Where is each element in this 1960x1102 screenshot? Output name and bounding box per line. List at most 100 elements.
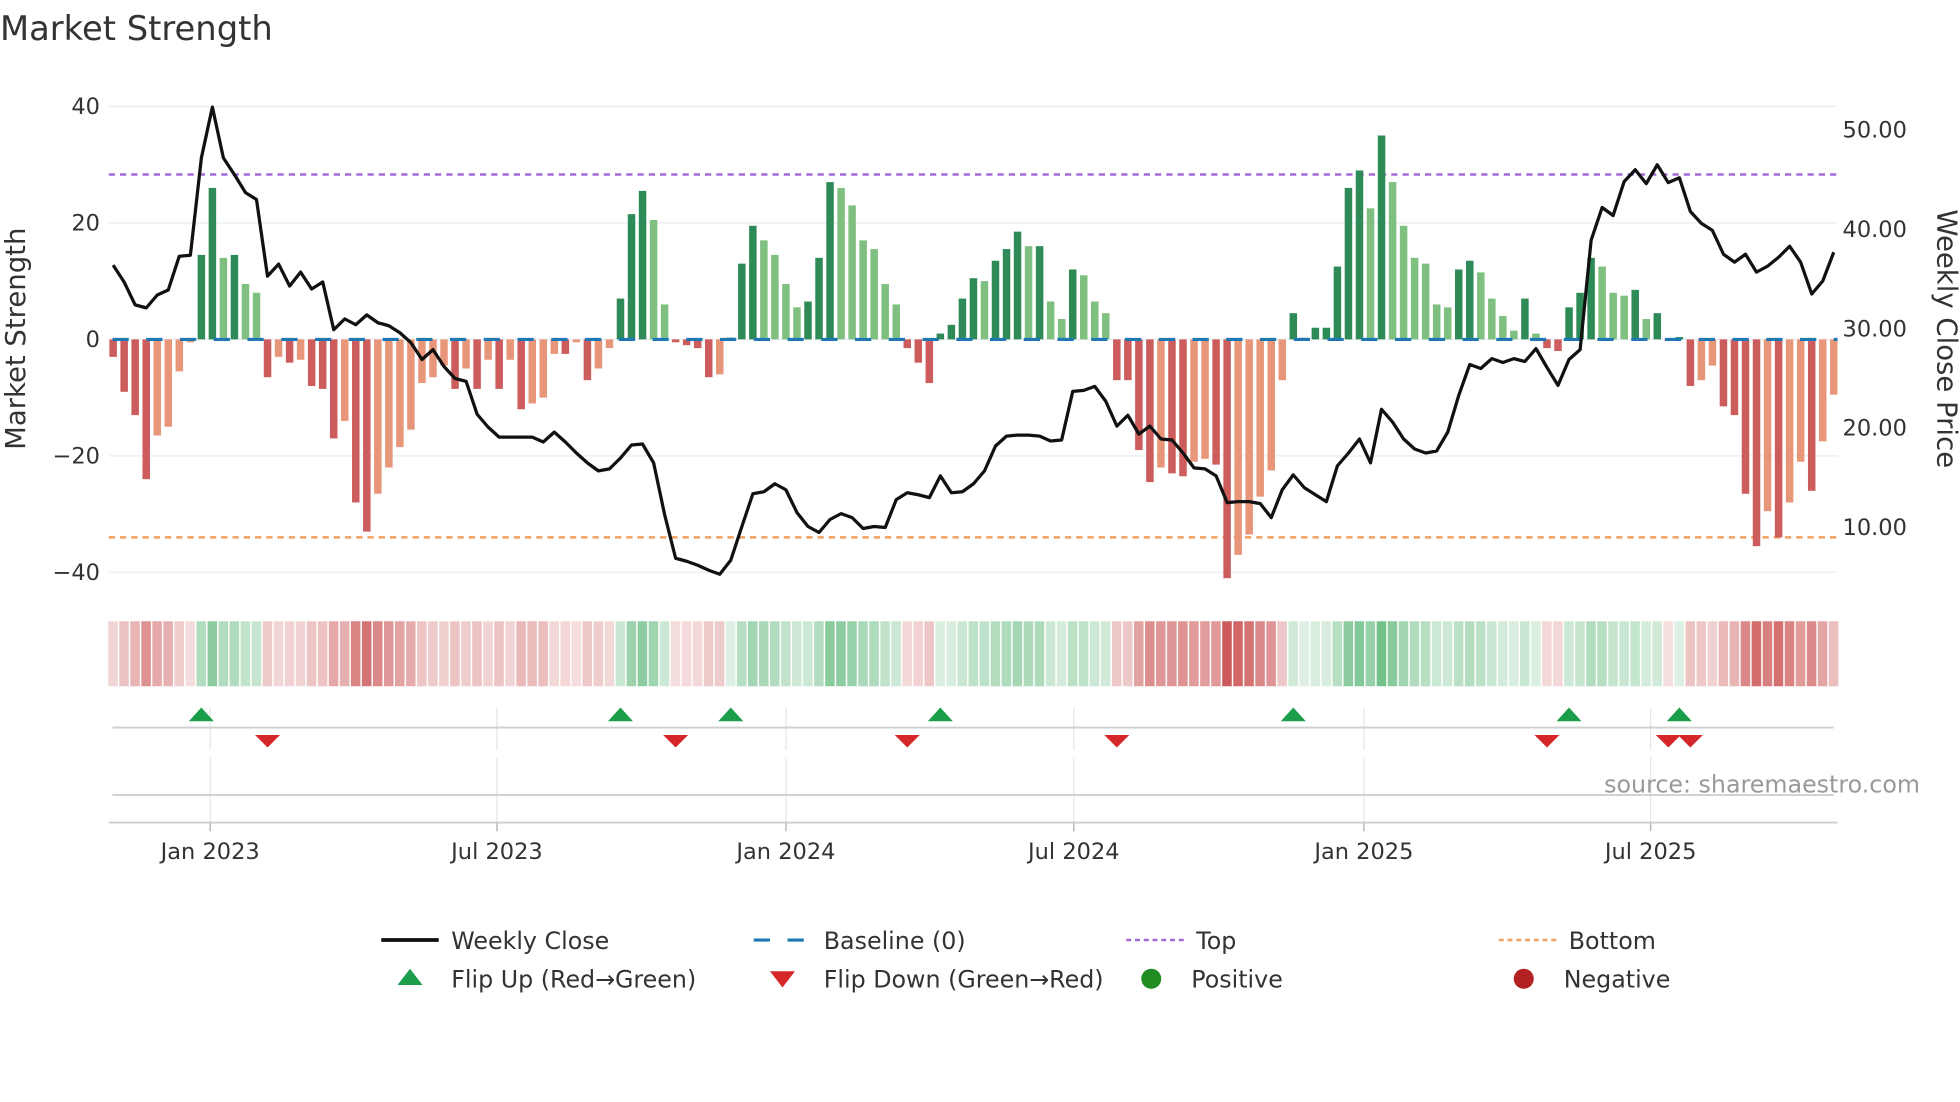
strength-bar: [627, 214, 636, 340]
left-axis-label: Market Strength: [0, 228, 32, 450]
heatmap-cell: [494, 621, 504, 687]
y-right-tick-label: 30.00: [1843, 316, 1907, 342]
strength-bar: [1466, 260, 1474, 340]
flip-down-marker: [1104, 735, 1130, 748]
strength-bar: [1686, 339, 1695, 386]
heatmap-cell: [770, 621, 780, 687]
heatmap-cell: [1553, 621, 1563, 687]
x-tick-label: Jul 2025: [1603, 839, 1697, 865]
strength-bar: [296, 339, 305, 360]
y-tick-label: −20: [53, 443, 100, 469]
heatmap-cell: [1542, 621, 1552, 687]
negative-dot-icon: [1513, 968, 1534, 989]
x-tick-label: Jan 2024: [734, 839, 835, 865]
heatmap-cell: [648, 621, 659, 687]
heatmap-cell: [163, 621, 173, 687]
heatmap-cell: [328, 621, 339, 687]
legend: Weekly Close Baseline (0) Top Bottom Flip Up…: [381, 927, 1670, 994]
heatmap-cell: [1685, 621, 1696, 687]
strength-bar: [980, 281, 989, 340]
heatmap-cell: [1111, 621, 1122, 687]
strength-bar: [914, 339, 923, 363]
strength-bar: [340, 339, 349, 421]
x-tick-label: Jan 2023: [159, 839, 260, 865]
heatmap-cell: [1211, 621, 1221, 687]
heatmap-cell: [218, 621, 229, 687]
heatmap-cell: [1773, 621, 1784, 687]
strength-bar: [175, 339, 184, 372]
strength-bar: [473, 339, 481, 389]
strength-bar: [495, 339, 503, 389]
strength-bar: [484, 339, 492, 360]
strength-bar: [164, 339, 173, 427]
heatmap-cell: [251, 621, 262, 687]
strength-bar: [285, 339, 294, 363]
heatmap-cell: [1233, 621, 1243, 687]
strength-bar: [1399, 225, 1408, 340]
strength-bar: [230, 254, 239, 340]
heatmap-cell: [1619, 621, 1629, 687]
positive-dot-icon: [1141, 968, 1162, 989]
strength-bar: [1046, 301, 1055, 340]
heatmap-cell: [803, 621, 813, 687]
strength-bar: [1421, 263, 1430, 340]
strength-bar: [738, 263, 746, 340]
flip-up-icon: [397, 968, 423, 985]
strength-bar: [638, 190, 647, 340]
legend-item-flip-down: Flip Down (Green→Red): [770, 966, 1104, 994]
strength-bar: [793, 307, 801, 340]
heatmap-cell: [1100, 621, 1111, 687]
strength-bar: [1256, 339, 1264, 497]
heatmap-cell: [637, 621, 648, 687]
heatmap-cell: [1442, 621, 1453, 687]
heatmap-cell: [1078, 621, 1089, 687]
heatmap-cell: [538, 621, 548, 687]
y-tick-label: −40: [53, 560, 100, 586]
strength-bar: [352, 339, 360, 503]
heatmap-cell: [516, 621, 526, 687]
heatmap-cell: [1795, 621, 1806, 687]
legend-label: Flip Up (Red→Green): [451, 966, 696, 994]
strength-bar: [1763, 339, 1772, 512]
heatmap-cell: [1729, 621, 1740, 687]
strength-bar: [274, 339, 283, 357]
heatmap-cell: [1089, 621, 1100, 687]
strength-bar: [1454, 269, 1463, 340]
heatmap-cell: [549, 621, 559, 687]
strength-bar: [517, 339, 525, 410]
flip-down-marker: [1677, 735, 1703, 748]
strength-bar: [1598, 266, 1606, 340]
heatmap-cell: [1387, 621, 1398, 687]
heatmap-cell: [1663, 621, 1673, 687]
heatmap-cell: [582, 621, 593, 687]
strength-bar: [1124, 339, 1132, 381]
strength-bar: [837, 187, 845, 340]
heatmap-cell: [1133, 621, 1144, 687]
strength-bar: [848, 205, 856, 340]
y-tick-label: 20: [71, 210, 100, 236]
heatmap-cell: [119, 621, 129, 687]
strength-bar: [760, 240, 768, 340]
strength-bar: [561, 339, 570, 354]
heatmap-cell: [1696, 621, 1707, 687]
strength-bar: [1013, 231, 1022, 340]
heatmap-cell: [880, 621, 890, 687]
heatmap-cell: [714, 621, 725, 687]
heatmap-cell: [417, 621, 427, 687]
heatmap-cell: [1310, 621, 1320, 687]
strength-bar: [1477, 272, 1485, 340]
strength-bar: [528, 339, 537, 404]
heatmap-cell: [1255, 621, 1265, 687]
strength-bar: [1190, 339, 1198, 462]
strength-bar: [1609, 292, 1617, 340]
heatmap-cell: [1784, 621, 1795, 687]
heatmap-cell: [1222, 621, 1232, 687]
heatmap-cell: [758, 621, 769, 687]
strength-bar: [429, 339, 437, 378]
y-tick-label: 0: [86, 327, 100, 353]
heatmap-cell: [593, 621, 604, 687]
strength-bar: [1697, 339, 1706, 381]
heatmap-cell: [1067, 621, 1078, 687]
heatmap-cell: [1343, 621, 1354, 687]
strength-bar: [594, 339, 603, 369]
